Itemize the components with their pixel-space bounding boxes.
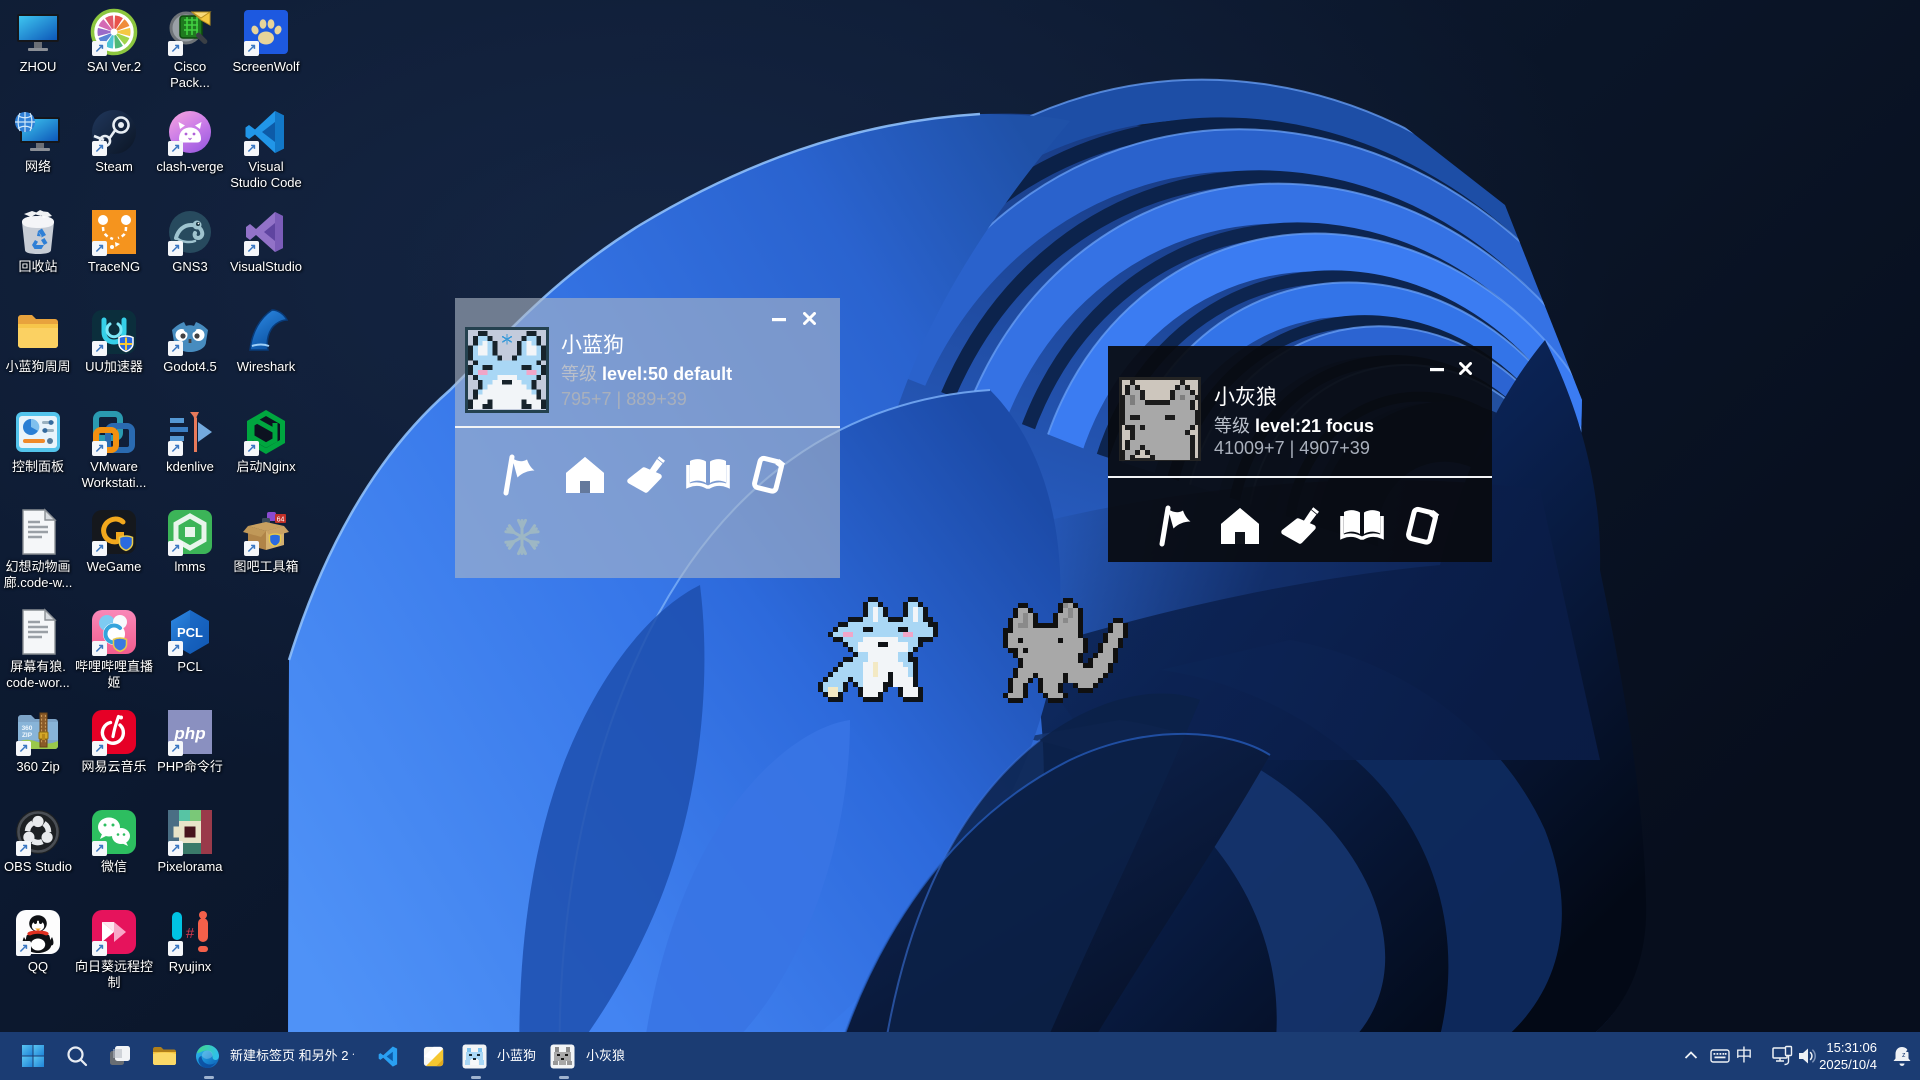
svg-text:z: z	[1902, 1052, 1906, 1059]
svg-text:360: 360	[22, 725, 33, 732]
svg-text:z: z	[1906, 1045, 1910, 1054]
svg-text:64: 64	[277, 517, 285, 524]
svg-text:PCL: PCL	[177, 625, 203, 640]
svg-text:#: #	[186, 925, 195, 942]
svg-text:ZIP: ZIP	[22, 732, 33, 739]
